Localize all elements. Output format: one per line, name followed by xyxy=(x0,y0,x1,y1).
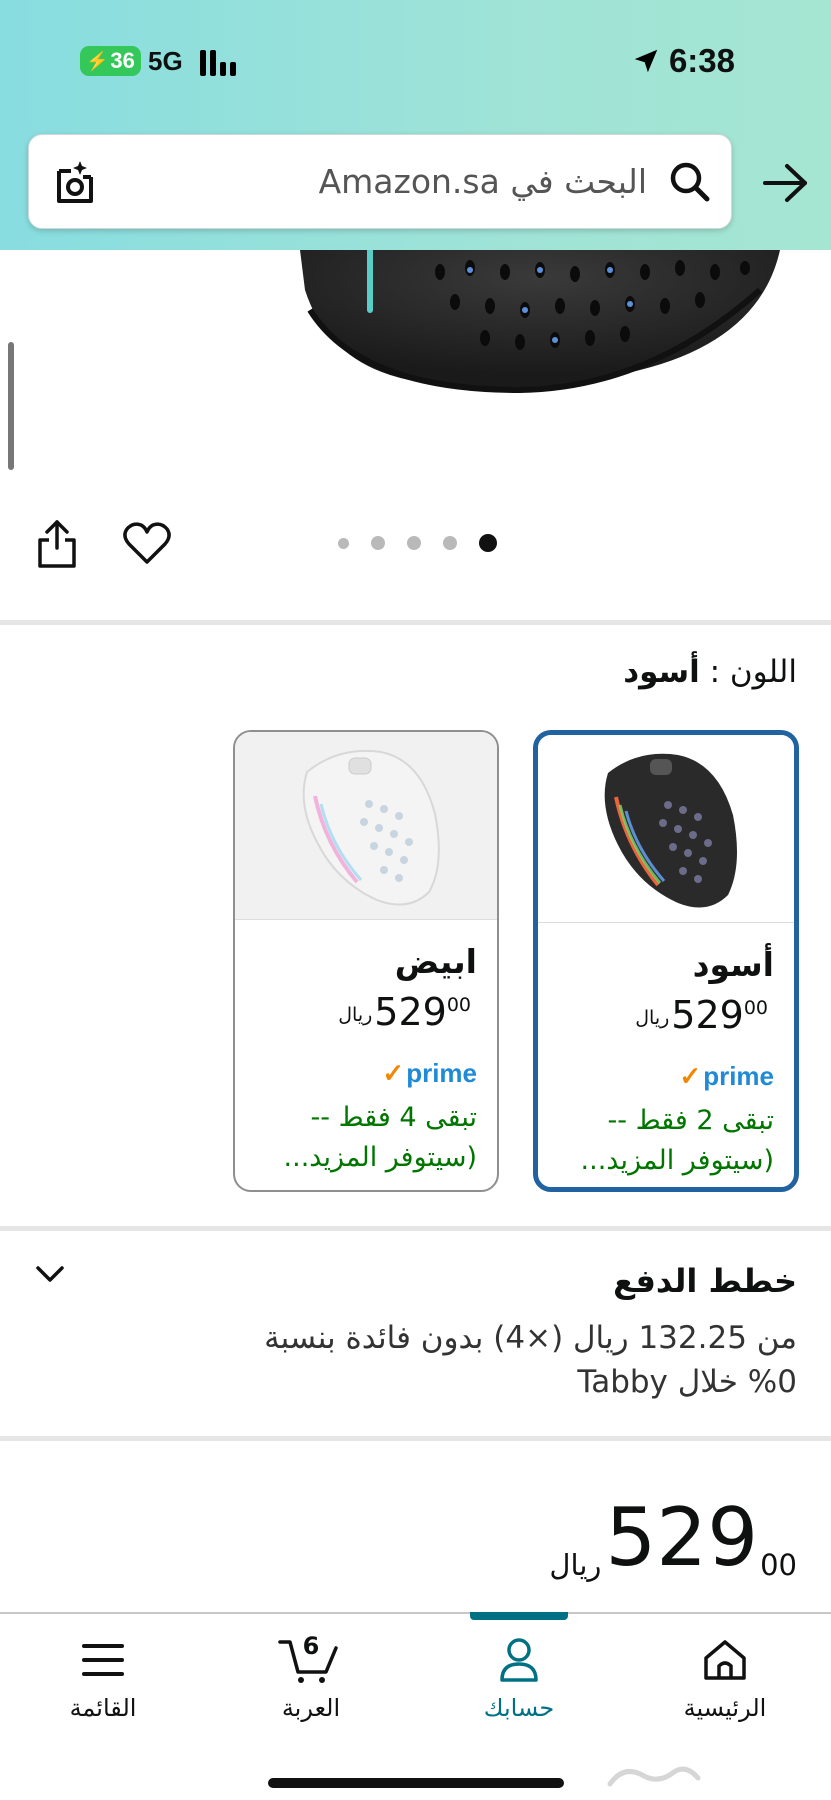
scroll-indicator[interactable] xyxy=(8,342,14,470)
nav-home[interactable]: الرئيسية xyxy=(650,1636,800,1746)
nav-account-label: حسابك xyxy=(483,1694,555,1722)
pagination-dot[interactable] xyxy=(338,537,349,549)
variant-thumbnail xyxy=(538,735,794,923)
product-image[interactable] xyxy=(0,250,831,450)
prime-label: prime xyxy=(703,1061,774,1091)
currency: ريال xyxy=(549,1548,602,1582)
cart-count-badge: 6 xyxy=(302,1632,320,1660)
price-whole: 529 xyxy=(671,993,744,1037)
payment-plans-title[interactable]: خطط الدفع xyxy=(613,1262,797,1300)
battery-indicator: ⚡ 36 xyxy=(80,46,141,76)
divider xyxy=(0,620,831,625)
charging-icon: ⚡ xyxy=(86,50,109,71)
mouse-image xyxy=(300,250,780,394)
cart-icon-wrap: 6 xyxy=(276,1632,346,1684)
price-fraction: 00 xyxy=(743,997,768,1019)
variant-thumbnail xyxy=(235,732,497,920)
active-tab-indicator xyxy=(470,1612,568,1620)
image-pagination[interactable] xyxy=(338,534,497,552)
forward-arrow-icon[interactable] xyxy=(761,160,811,206)
variant-price: ريال 529 00 xyxy=(338,990,471,1034)
nav-account[interactable]: حسابك xyxy=(444,1636,594,1746)
price-fraction: 00 xyxy=(446,994,471,1016)
nav-cart[interactable]: 6 العربة xyxy=(236,1632,386,1746)
prime-badge: ✓prime xyxy=(679,1061,774,1092)
header: ⚡ 36 5G 6:38 البحث في Amazon.sa xyxy=(0,0,831,250)
chevron-down-icon[interactable] xyxy=(34,1262,66,1288)
watermark-logo xyxy=(607,1766,701,1787)
white-mouse-image xyxy=(302,749,440,906)
stock-message: تبقى 4 فقط -- (سيتوفر المزيد... xyxy=(283,1102,477,1173)
status-bar: ⚡ 36 5G 6:38 xyxy=(0,40,831,84)
home-icon xyxy=(704,1640,746,1680)
clock: 6:38 xyxy=(631,42,735,80)
camera-search-icon[interactable] xyxy=(49,157,101,209)
color-label-text: اللون : xyxy=(709,654,797,690)
pagination-dot[interactable] xyxy=(443,536,457,550)
price-whole: 529 xyxy=(605,1491,759,1584)
nav-menu-label: القائمة xyxy=(69,1694,137,1722)
nav-menu[interactable]: القائمة xyxy=(28,1636,178,1746)
pagination-dot[interactable] xyxy=(371,536,385,550)
divider xyxy=(0,1226,831,1231)
bottom-navigation: الرئيسية حسابك 6 العربة القائمة xyxy=(0,1612,831,1800)
search-icon[interactable] xyxy=(667,159,713,205)
variant-price: ريال 529 00 xyxy=(635,993,768,1037)
time: 6:38 xyxy=(668,42,735,79)
pagination-dot-active[interactable] xyxy=(479,534,497,552)
color-value: أسود xyxy=(623,654,700,690)
price-fraction: 00 xyxy=(760,1548,797,1582)
image-actions xyxy=(0,510,831,580)
signal-icon xyxy=(200,48,244,76)
wishlist-heart-icon[interactable] xyxy=(122,520,172,566)
currency: ريال xyxy=(635,1007,670,1029)
network-type: 5G xyxy=(148,46,183,76)
search-input[interactable]: البحث في Amazon.sa xyxy=(28,134,732,229)
user-icon xyxy=(500,1638,538,1682)
location-icon xyxy=(634,49,658,73)
black-mouse-image xyxy=(604,753,737,908)
prime-badge: ✓prime xyxy=(382,1058,477,1089)
stock-message: تبقى 2 فقط -- (سيتوفر المزيد... xyxy=(580,1105,774,1176)
divider xyxy=(0,1436,831,1441)
home-indicator xyxy=(268,1778,564,1788)
variant-white[interactable]: ابيض ريال 529 00 ✓prime تبقى 4 فقط -- (س… xyxy=(233,730,499,1192)
search-placeholder: البحث في Amazon.sa xyxy=(318,162,647,201)
payment-plans-description: من 132.25 ريال (×4) بدون فائدة بنسبة 0% … xyxy=(264,1320,797,1400)
menu-icon xyxy=(82,1644,124,1676)
battery-level: 36 xyxy=(110,48,135,73)
pagination-dot[interactable] xyxy=(407,536,421,550)
color-selection-label: اللون : أسود xyxy=(623,654,797,690)
variant-name: ابيض xyxy=(394,942,477,981)
variant-name: أسود xyxy=(692,945,774,984)
share-icon[interactable] xyxy=(34,518,80,570)
variant-black[interactable]: أسود ريال 529 00 ✓prime تبقى 2 فقط -- (س… xyxy=(533,730,799,1192)
prime-check-icon: ✓ xyxy=(382,1058,405,1088)
product-price: ريال 529 00 xyxy=(549,1490,797,1586)
nav-home-label: الرئيسية xyxy=(683,1694,767,1722)
nav-cart-label: العربة xyxy=(281,1694,341,1722)
prime-label: prime xyxy=(406,1058,477,1088)
prime-check-icon: ✓ xyxy=(679,1061,702,1091)
price-whole: 529 xyxy=(374,990,447,1034)
currency: ريال xyxy=(338,1004,373,1026)
